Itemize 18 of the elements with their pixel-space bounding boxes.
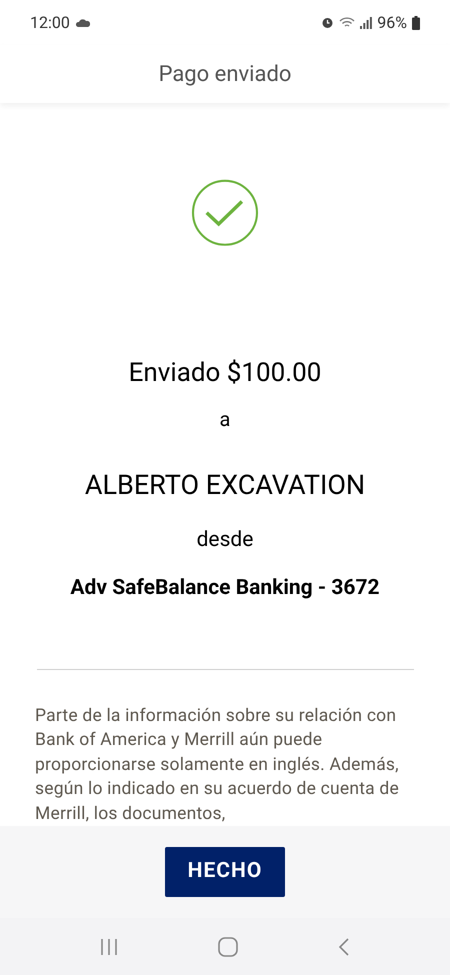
done-button[interactable]: HECHO	[165, 847, 285, 897]
disclosure-text: Parte de la información sobre su relación con Bank of America y Merrill aún puede proporcionarse solamente en inglés. Además, según lo indicado en su acuerdo de cuenta de Merrill, los documentos,	[35, 704, 400, 826]
status-time: 12:00	[30, 12, 70, 34]
wifi-icon	[339, 16, 356, 29]
signal-icon	[360, 16, 372, 28]
screen-title: Pago enviado	[158, 60, 292, 88]
recent-apps-icon[interactable]	[100, 938, 118, 956]
amount-text: Enviado $100.00	[128, 356, 322, 388]
back-icon[interactable]	[338, 936, 350, 956]
alarm-icon	[321, 16, 334, 29]
connector-text: desde	[196, 526, 254, 552]
home-icon[interactable]	[218, 936, 238, 956]
battery-icon	[412, 16, 420, 30]
account-name: Adv SafeBalance Banking - 3672	[70, 574, 380, 600]
connector-text: a	[220, 406, 230, 430]
cloud-icon	[76, 18, 90, 26]
battery-percent: 96%	[377, 12, 407, 34]
recipient-name: ALBERTO EXCAVATION	[84, 468, 366, 500]
